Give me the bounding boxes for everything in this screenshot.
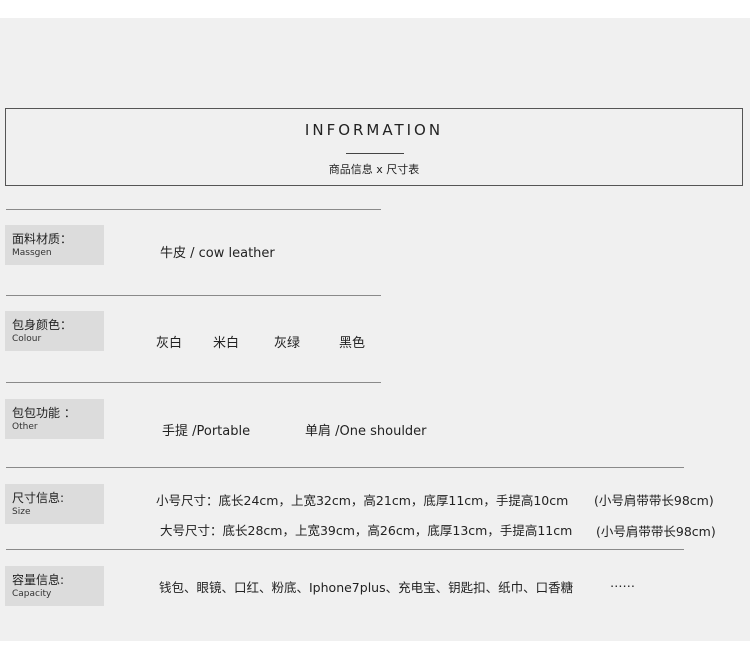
colour-label-cn: 包身颜色： [12, 318, 73, 332]
colour-option: 灰绿 [274, 336, 301, 351]
divider [6, 549, 684, 550]
material-value: 牛皮 / cow leather [160, 246, 275, 261]
size-large: 大号尺寸：底长28cm，上宽39cm，高26cm，底厚13cm，手提高11cm [160, 523, 573, 538]
information-header: INFORMATION 商品信息 x 尺寸表 [5, 108, 743, 186]
header-title: INFORMATION [304, 121, 444, 139]
divider [6, 295, 381, 296]
size-label-en: Size [12, 507, 31, 517]
size-large-strap: (小号肩带带长98cm) [596, 524, 716, 539]
function-item: 手提 /Portable [162, 424, 251, 439]
size-label: 尺寸信息: Size [5, 484, 104, 524]
capacity-ellipsis: …… [610, 575, 635, 590]
colour-option: 黑色 [339, 336, 366, 351]
other-label-cn: 包包功能 ： [12, 406, 76, 420]
capacity-label-en: Capacity [12, 589, 52, 599]
colour-label: 包身颜色： Colour [5, 311, 104, 351]
info-panel: INFORMATION 商品信息 x 尺寸表 面料材质： Massgen 牛皮 … [0, 18, 750, 641]
capacity-label-cn: 容量信息: [12, 573, 65, 587]
material-label: 面料材质： Massgen [5, 225, 104, 265]
colour-option: 灰白 [156, 336, 183, 351]
capacity-items: 钱包、眼镜、口红、粉底、Iphone7plus、充电宝、钥匙扣、纸巾、口香糖 [159, 580, 574, 595]
colour-option: 米白 [213, 336, 240, 351]
divider [6, 467, 684, 468]
size-small: 小号尺寸：底长24cm，上宽32cm，高21cm，底厚11cm，手提高10cm [156, 493, 569, 508]
material-label-en: Massgen [12, 248, 52, 258]
function-item: 单肩 /One shoulder [305, 424, 427, 439]
header-divider [346, 153, 404, 154]
size-label-cn: 尺寸信息: [12, 491, 65, 505]
divider [6, 209, 381, 210]
other-label-en: Other [12, 422, 38, 432]
header-subtitle: 商品信息 x 尺寸表 [328, 163, 420, 176]
divider [6, 382, 381, 383]
material-label-cn: 面料材质： [12, 232, 73, 246]
other-label: 包包功能 ： Other [5, 399, 104, 439]
size-small-strap: (小号肩带带长98cm) [594, 493, 714, 508]
capacity-label: 容量信息: Capacity [5, 566, 104, 606]
colour-label-en: Colour [12, 334, 42, 344]
